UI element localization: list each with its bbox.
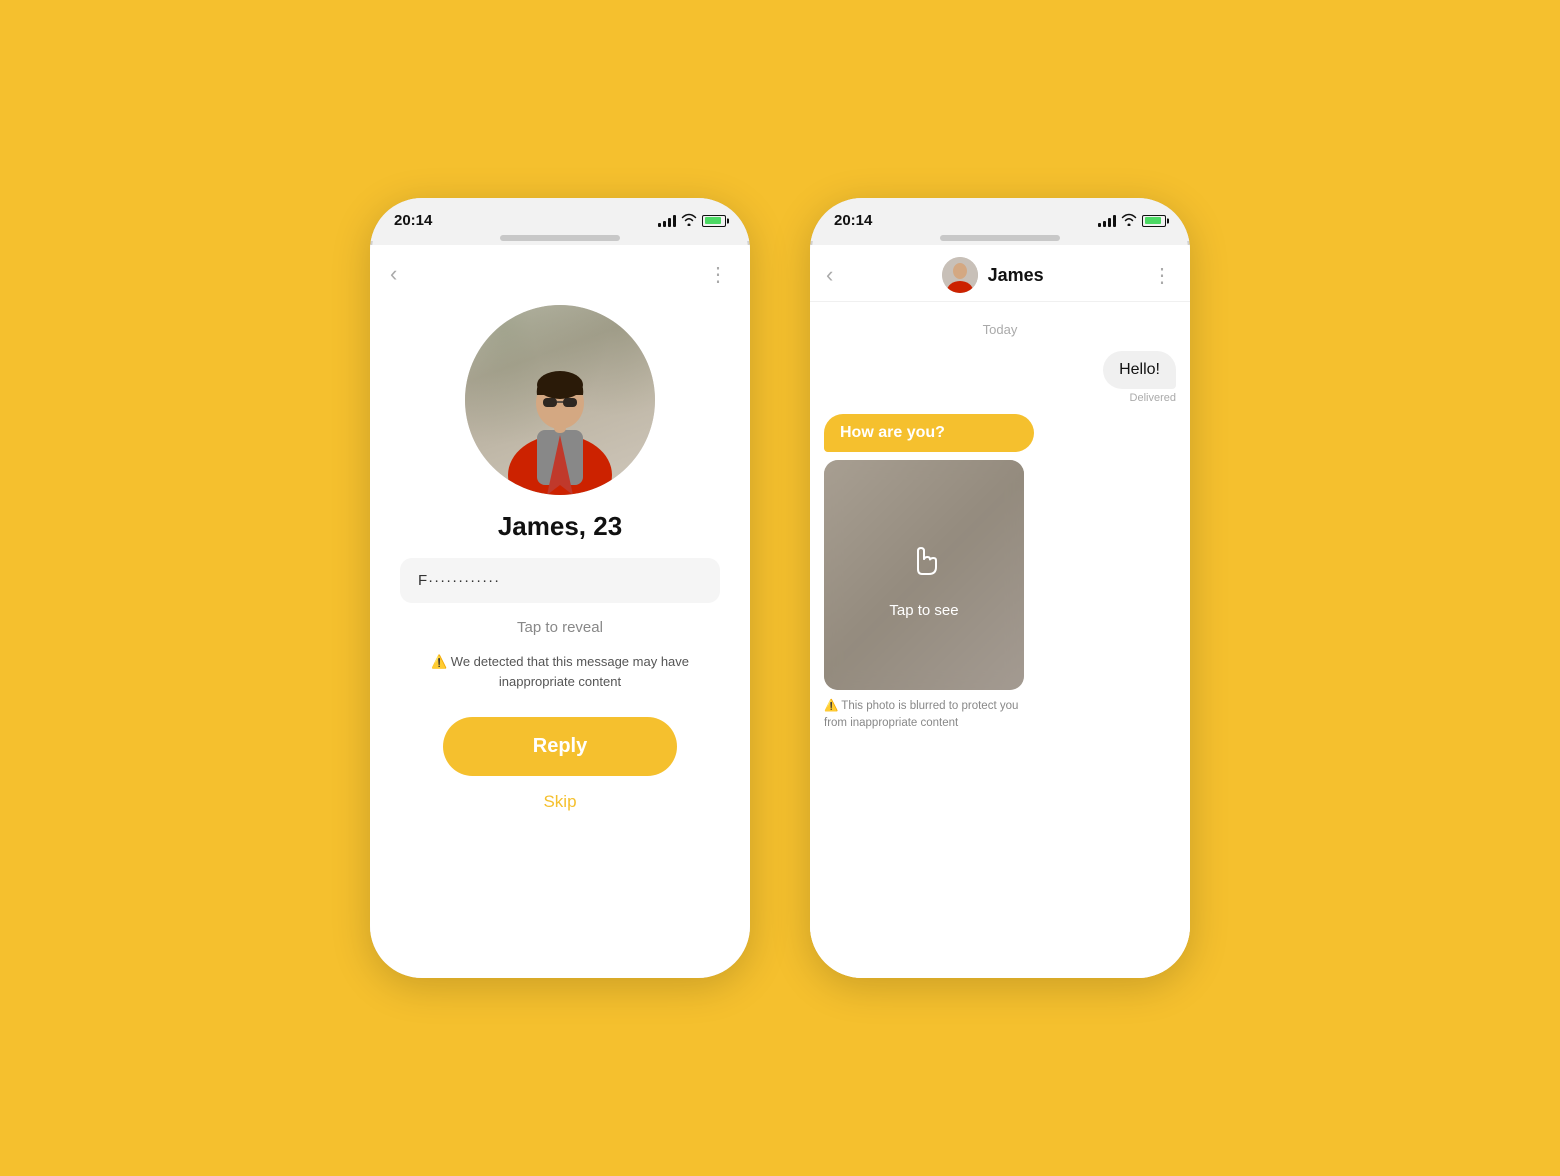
received-text: How are you?: [840, 424, 945, 441]
menu-button-left[interactable]: ⋮: [708, 262, 730, 287]
nav-contact-info: James: [942, 257, 1044, 293]
bubble-received: How are you?: [824, 414, 1034, 452]
status-icons-left: [658, 213, 726, 229]
wifi-icon: [681, 213, 697, 229]
hand-pointer-icon: [898, 531, 950, 588]
warning-text: ⚠️ We detected that this message may hav…: [400, 652, 720, 691]
battery-icon-right: [1142, 215, 1166, 227]
nav-bar-left: ‹ ⋮: [370, 245, 750, 295]
contact-avatar: [942, 257, 978, 293]
tap-to-see-label: Tap to see: [889, 602, 958, 619]
message-text: F············: [418, 572, 500, 589]
status-time-right: 20:14: [834, 212, 872, 229]
blurred-photo[interactable]: Tap to see: [824, 460, 1024, 690]
bubble-sent: Hello!: [1103, 351, 1176, 389]
tap-reveal-label[interactable]: Tap to reveal: [517, 619, 603, 636]
photo-warning-text: ⚠️ This photo is blurred to protect you …: [824, 698, 1034, 733]
phone-right: 20:14 ‹: [810, 198, 1190, 978]
signal-icon: [658, 214, 676, 227]
back-button-right[interactable]: ‹: [826, 262, 833, 288]
message-content[interactable]: F············: [400, 558, 720, 603]
profile-name: James, 23: [498, 511, 622, 542]
nav-bar-right: ‹ James ⋮: [810, 245, 1190, 302]
chat-area: Today Hello! Delivered How are you?: [810, 302, 1190, 978]
contact-name: James: [988, 265, 1044, 286]
sent-text: Hello!: [1119, 361, 1160, 378]
reply-button[interactable]: Reply: [443, 717, 677, 776]
profile-content: James, 23 F············ Tap to reveal ⚠️…: [370, 295, 750, 832]
status-icons-right: [1098, 213, 1166, 229]
back-button-left[interactable]: ‹: [390, 261, 397, 287]
message-sent-hello: Hello! Delivered: [1103, 351, 1176, 404]
phone-right-screen: ‹ James ⋮ Today Hello! De: [810, 245, 1190, 978]
skip-link[interactable]: Skip: [543, 792, 576, 812]
message-received-block: How are you? Tap to see ⚠️ This photo is…: [824, 414, 1034, 733]
battery-icon: [702, 215, 726, 227]
notch-left: [500, 235, 620, 241]
phone-left-top: 20:14: [370, 198, 750, 241]
avatar: [465, 305, 655, 495]
phone-right-top: 20:14: [810, 198, 1190, 241]
status-bar-left: 20:14: [390, 212, 730, 229]
status-bar-right: 20:14: [830, 212, 1170, 229]
notch-right: [940, 235, 1060, 241]
delivered-status: Delivered: [1130, 392, 1176, 404]
menu-button-right[interactable]: ⋮: [1152, 263, 1174, 288]
status-time-left: 20:14: [394, 212, 432, 229]
person-figure: [495, 335, 625, 495]
phone-left: 20:14 ‹ ⋮: [370, 198, 750, 978]
phone-left-screen: ‹ ⋮: [370, 245, 750, 978]
wifi-icon-right: [1121, 213, 1137, 229]
chat-date: Today: [824, 322, 1176, 337]
signal-icon-right: [1098, 214, 1116, 227]
